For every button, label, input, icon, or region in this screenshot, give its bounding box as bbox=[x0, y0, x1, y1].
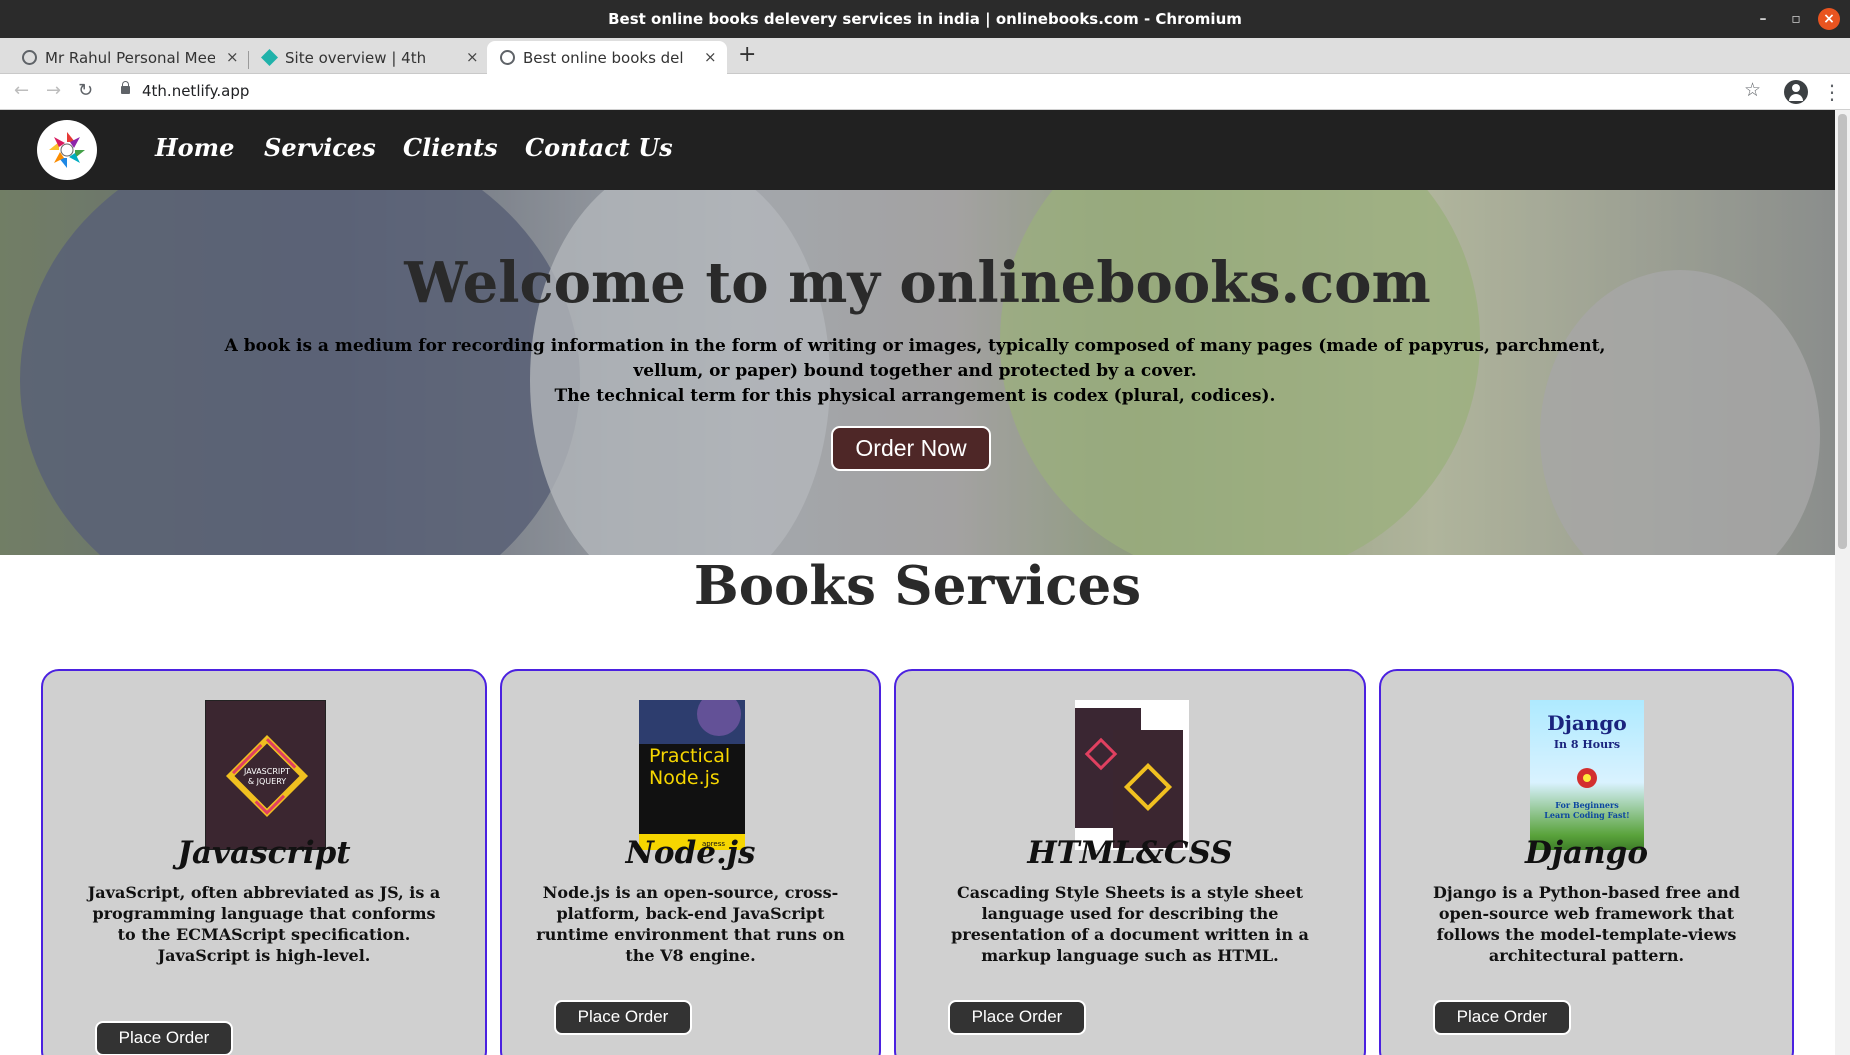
django-cover-art: Django In 8 Hours For Beginners Learn Co… bbox=[1544, 711, 1629, 820]
django-cover-line4: Learn Coding Fast! bbox=[1544, 810, 1629, 820]
place-order-button[interactable]: Place Order bbox=[948, 1000, 1086, 1035]
card-description: JavaScript, often abbreviated as JS, is … bbox=[87, 883, 441, 965]
tab-onlinebooks[interactable]: Best online books delevery services in i… bbox=[487, 41, 727, 74]
card-description: Django is a Python-based free and open-s… bbox=[1433, 883, 1740, 965]
django-cover-line2: In 8 Hours bbox=[1554, 738, 1620, 751]
node-cover-art: Practical Node.js apress bbox=[639, 692, 745, 850]
card-description: Cascading Style Sheets is a style sheet … bbox=[951, 883, 1309, 965]
book-cover-django: Django In 8 Hours For Beginners Learn Co… bbox=[1530, 700, 1644, 850]
nav-home[interactable]: Home bbox=[155, 133, 234, 162]
minimize-icon[interactable]: – bbox=[1752, 8, 1774, 30]
node-cover-line2: Node.js bbox=[649, 767, 720, 789]
nav-clients[interactable]: Clients bbox=[403, 133, 498, 162]
place-order-button[interactable]: Place Order bbox=[554, 1000, 692, 1035]
site-navbar: Home Services Clients Contact Us bbox=[0, 110, 1835, 190]
tab-label: Best online books delevery services in i… bbox=[523, 49, 683, 67]
profile-icon[interactable] bbox=[1784, 80, 1808, 104]
page-viewport: Home Services Clients Contact Us Welcome… bbox=[0, 110, 1835, 1055]
book-cover-htmlcss bbox=[1075, 700, 1189, 850]
book-cover-javascript: JAVASCRIPT & JQUERY bbox=[205, 700, 326, 850]
card-title: Django bbox=[1524, 835, 1649, 871]
card-title: Node.js bbox=[625, 835, 756, 871]
book-cover-nodejs: Practical Node.js apress bbox=[639, 692, 745, 850]
address-bar[interactable]: 4th.netlify.app bbox=[142, 82, 249, 100]
tab-site-overview[interactable]: Site overview | 4th × bbox=[240, 41, 486, 74]
service-card-javascript: JAVASCRIPT & JQUERY Javascript JavaScrip… bbox=[41, 669, 487, 1055]
js-diamond-icon: JAVASCRIPT & JQUERY bbox=[225, 734, 309, 818]
card-description: Node.js is an open-source, cross-platfor… bbox=[536, 883, 845, 965]
hero-text-line2: The technical term for this physical arr… bbox=[554, 386, 1276, 406]
tab-strip: Mr Rahul Personal Meet × Site overview |… bbox=[0, 38, 1850, 74]
page-scrollbar[interactable] bbox=[1835, 110, 1850, 1055]
nav-services[interactable]: Services bbox=[264, 133, 376, 162]
logo-wheel-icon bbox=[49, 132, 85, 168]
globe-icon bbox=[500, 50, 515, 65]
html-css-books-art bbox=[1075, 708, 1183, 848]
hero-section: Welcome to my onlinebooks.com A book is … bbox=[0, 190, 1835, 555]
back-icon[interactable]: ← bbox=[14, 80, 29, 101]
netlify-icon bbox=[261, 49, 278, 66]
card-title: HTML&CSS bbox=[1027, 835, 1233, 871]
tab-close-icon[interactable]: × bbox=[226, 48, 239, 66]
js-cover-line2: & JQUERY bbox=[248, 777, 286, 786]
forward-icon[interactable]: → bbox=[46, 80, 61, 101]
tab-close-icon[interactable]: × bbox=[704, 48, 717, 66]
browser-toolbar: ← → ↻ 4th.netlify.app ☆ ⋮ bbox=[0, 74, 1850, 110]
scrollbar-thumb[interactable] bbox=[1838, 114, 1847, 549]
service-card-htmlcss: HTML&CSS Cascading Style Sheets is a sty… bbox=[894, 669, 1366, 1055]
menu-kebab-icon[interactable]: ⋮ bbox=[1822, 80, 1842, 104]
card-title: Javascript bbox=[177, 835, 351, 871]
place-order-button[interactable]: Place Order bbox=[95, 1021, 233, 1055]
order-now-button[interactable]: Order Now bbox=[831, 426, 991, 471]
js-cover-line1: JAVASCRIPT bbox=[243, 767, 290, 776]
new-tab-icon[interactable]: + bbox=[738, 42, 756, 67]
close-window-icon[interactable]: × bbox=[1818, 8, 1840, 30]
django-cover-line1: Django bbox=[1547, 711, 1626, 735]
tab-rahul-meet[interactable]: Mr Rahul Personal Meet × bbox=[0, 41, 246, 74]
window-titlebar: Best online books delevery services in i… bbox=[0, 0, 1850, 38]
tab-label: Site overview | 4th bbox=[285, 49, 427, 67]
node-cover-line1: Practical bbox=[649, 745, 730, 767]
globe-icon bbox=[22, 50, 37, 65]
django-cover-line3: For Beginners bbox=[1555, 800, 1619, 810]
place-order-button[interactable]: Place Order bbox=[1433, 1000, 1571, 1035]
maximize-icon[interactable]: ▫ bbox=[1785, 8, 1807, 30]
window-title: Best online books delevery services in i… bbox=[608, 10, 1242, 28]
service-card-django: Django In 8 Hours For Beginners Learn Co… bbox=[1379, 669, 1794, 1055]
hero-description: A book is a medium for recording informa… bbox=[195, 334, 1635, 409]
nav-contact-us[interactable]: Contact Us bbox=[525, 133, 673, 162]
hero-title: Welcome to my onlinebooks.com bbox=[404, 250, 1431, 316]
service-card-nodejs: Practical Node.js apress Node.js Node.js… bbox=[500, 669, 881, 1055]
tab-close-icon[interactable]: × bbox=[466, 48, 479, 66]
tab-label: Mr Rahul Personal Meet bbox=[45, 49, 215, 67]
site-logo[interactable] bbox=[37, 120, 97, 180]
lock-icon[interactable] bbox=[121, 81, 130, 94]
bookmark-star-icon[interactable]: ☆ bbox=[1744, 79, 1761, 101]
services-heading: Books Services bbox=[693, 555, 1142, 617]
hero-text-line1: A book is a medium for recording informa… bbox=[224, 336, 1606, 381]
reload-icon[interactable]: ↻ bbox=[78, 80, 93, 101]
